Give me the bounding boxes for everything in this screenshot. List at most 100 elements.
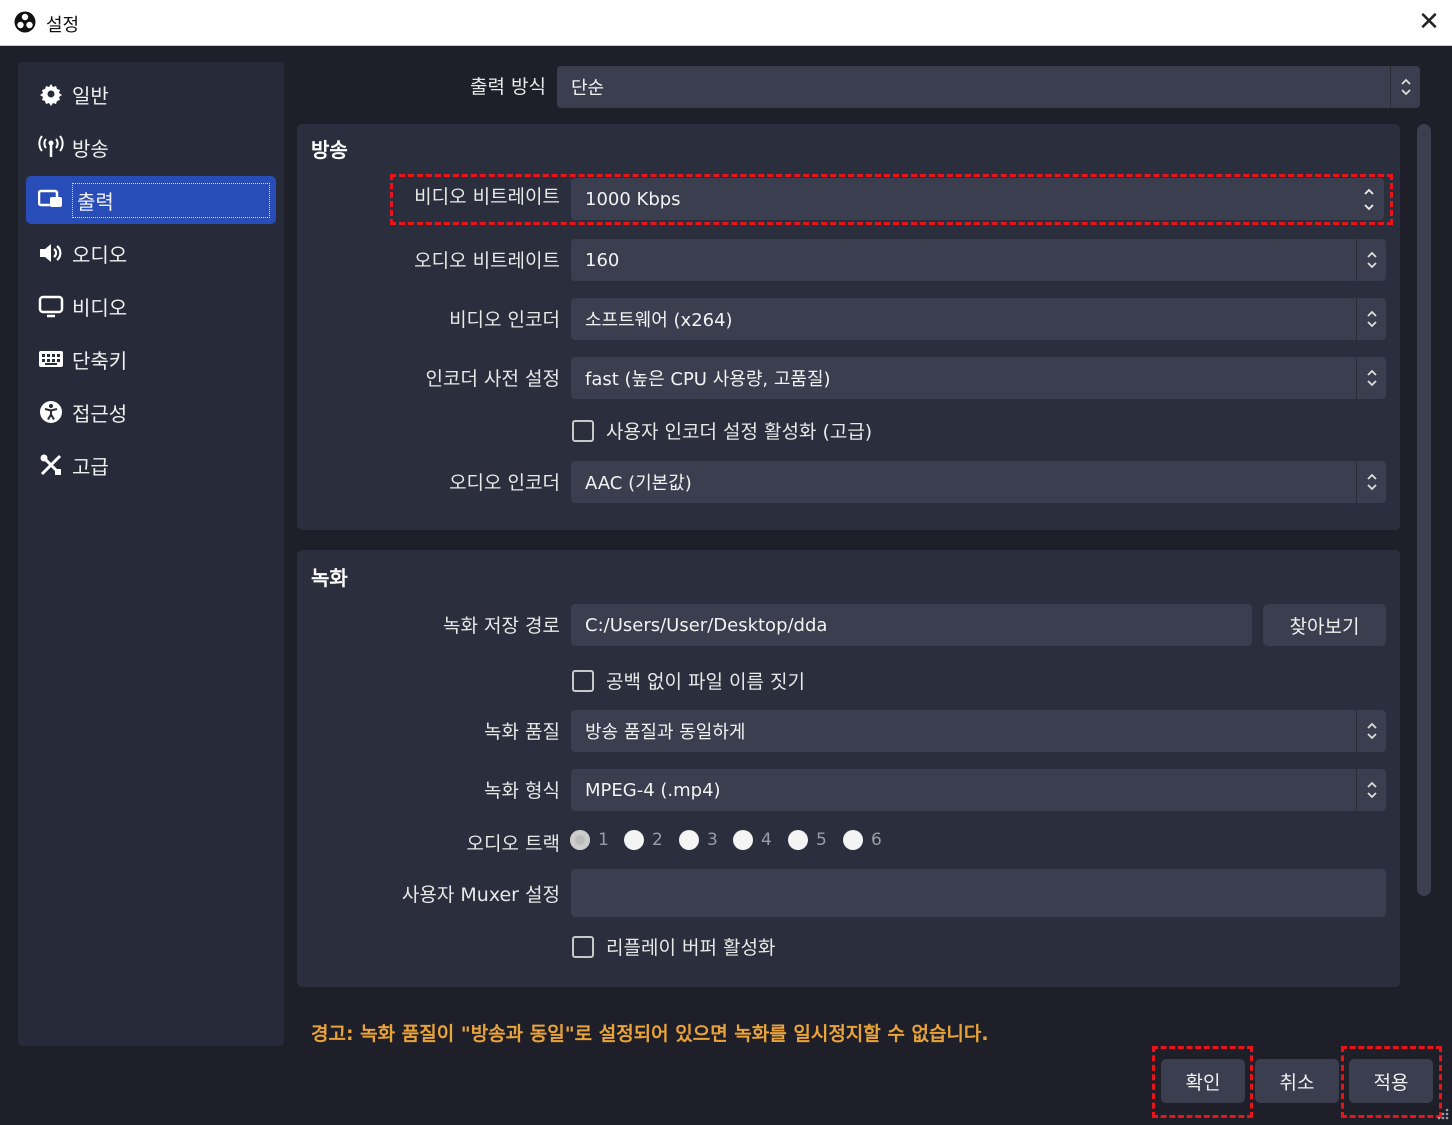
replay-buffer-label: 리플레이 버퍼 활성화	[606, 937, 776, 959]
audio-track-radio-5[interactable]: 5	[788, 830, 827, 850]
accessibility-icon	[38, 399, 64, 425]
sidebar-item-general[interactable]: 일반	[26, 70, 276, 118]
radio-dot	[624, 830, 644, 850]
radio-dot	[843, 830, 863, 850]
checkbox-box	[572, 419, 594, 442]
updown-arrows-icon	[1356, 239, 1386, 281]
audio-encoder-select[interactable]: AAC (기본값)	[571, 461, 1386, 503]
title-bar: 설정 ✕	[0, 0, 1452, 46]
radio-dot	[679, 830, 699, 850]
audio-track-radio-1[interactable]: 1	[570, 830, 609, 850]
radio-dot	[788, 830, 808, 850]
recording-group-title: 녹화	[311, 566, 348, 590]
obs-logo-icon	[14, 11, 36, 33]
audio-encoder-value: AAC (기본값)	[585, 473, 692, 494]
monitor-icon	[38, 293, 64, 319]
video-bitrate-highlight	[390, 174, 1393, 225]
sidebar-item-label: 고급	[72, 454, 109, 479]
custom-muxer-label: 사용자 Muxer 설정	[401, 884, 560, 906]
sidebar-item-label: 비디오	[72, 295, 128, 320]
output-mode-select[interactable]: 단순	[557, 66, 1420, 108]
encoder-preset-label: 인코더 사전 설정	[425, 368, 560, 390]
sidebar-item-label: 접근성	[72, 401, 128, 426]
custom-encoder-label: 사용자 인코더 설정 활성화 (고급)	[606, 421, 873, 443]
ok-button-highlight	[1152, 1046, 1253, 1118]
radio-dot	[733, 830, 753, 850]
sidebar-item-label: 출력	[72, 182, 270, 218]
radio-dot	[570, 830, 590, 850]
audio-encoder-label: 오디오 인코더	[449, 472, 560, 494]
encoder-preset-select[interactable]: fast (높은 CPU 사용량, 고품질)	[571, 357, 1386, 399]
recording-quality-label: 녹화 품질	[484, 721, 560, 743]
recording-path-input[interactable]: C:/Users/User/Desktop/dda	[571, 604, 1252, 646]
settings-sidebar: 일반 방송 출력 오디오 비디오 단축키 접근성 고급	[18, 62, 284, 1046]
output-mode-label: 출력 방식	[470, 76, 546, 98]
sidebar-item-audio[interactable]: 오디오	[26, 229, 276, 277]
custom-muxer-input[interactable]	[571, 869, 1386, 917]
radio-label: 6	[871, 830, 882, 850]
audio-track-label: 오디오 트랙	[466, 833, 560, 855]
speaker-icon	[38, 240, 64, 266]
updown-arrows-icon	[1356, 298, 1386, 340]
sidebar-item-hotkeys[interactable]: 단축키	[26, 335, 276, 383]
sidebar-item-label: 방송	[72, 136, 109, 161]
window-title: 설정	[46, 15, 80, 36]
checkbox-box	[572, 669, 594, 692]
browse-button[interactable]: 찾아보기	[1263, 604, 1386, 646]
radio-label: 3	[707, 830, 718, 850]
output-icon	[38, 187, 64, 213]
sidebar-item-stream[interactable]: 방송	[26, 123, 276, 171]
encoder-preset-value: fast (높은 CPU 사용량, 고품질)	[585, 369, 831, 390]
audio-track-radio-2[interactable]: 2	[624, 830, 663, 850]
recording-path-value: C:/Users/User/Desktop/dda	[585, 614, 828, 636]
resize-grip-icon[interactable]	[1436, 1106, 1450, 1122]
audio-bitrate-label: 오디오 비트레이트	[414, 250, 560, 272]
recording-format-value: MPEG-4 (.mp4)	[585, 779, 721, 801]
antenna-icon	[38, 134, 64, 160]
recording-quality-select[interactable]: 방송 품질과 동일하게	[571, 710, 1386, 752]
updown-arrows-icon	[1356, 710, 1386, 752]
streaming-group-title: 방송	[311, 138, 348, 162]
recording-quality-value: 방송 품질과 동일하게	[585, 722, 746, 743]
replay-buffer-checkbox[interactable]: 리플레이 버퍼 활성화	[572, 933, 775, 960]
sidebar-item-output[interactable]: 출력	[26, 176, 276, 224]
apply-button-highlight	[1341, 1046, 1442, 1118]
warning-text: 경고: 녹화 품질이 "방송과 동일"로 설정되어 있으면 녹화를 일시정지할 …	[311, 1023, 989, 1045]
video-encoder-label: 비디오 인코더	[449, 309, 560, 331]
gear-icon	[38, 81, 64, 107]
updown-arrows-icon	[1390, 66, 1420, 108]
updown-arrows-icon	[1356, 461, 1386, 503]
recording-format-select[interactable]: MPEG-4 (.mp4)	[571, 769, 1386, 811]
radio-label: 5	[816, 830, 827, 850]
audio-track-radio-3[interactable]: 3	[679, 830, 718, 850]
video-encoder-select[interactable]: 소프트웨어 (x264)	[571, 298, 1386, 340]
audio-track-radio-6[interactable]: 6	[843, 830, 882, 850]
close-button[interactable]: ✕	[1414, 6, 1444, 38]
sidebar-item-label: 오디오	[72, 242, 128, 267]
video-encoder-value: 소프트웨어 (x264)	[585, 310, 733, 331]
keyboard-icon	[38, 346, 64, 372]
no-space-filename-checkbox[interactable]: 공백 없이 파일 이름 짓기	[572, 667, 805, 694]
sidebar-item-video[interactable]: 비디오	[26, 282, 276, 330]
sidebar-item-advanced[interactable]: 고급	[26, 441, 276, 489]
custom-encoder-checkbox[interactable]: 사용자 인코더 설정 활성화 (고급)	[572, 417, 872, 444]
audio-track-radio-4[interactable]: 4	[733, 830, 772, 850]
recording-path-label: 녹화 저장 경로	[443, 615, 560, 637]
audio-bitrate-select[interactable]: 160	[571, 239, 1386, 281]
no-space-filename-label: 공백 없이 파일 이름 짓기	[606, 671, 805, 693]
audio-bitrate-value: 160	[585, 249, 620, 271]
sidebar-item-label: 단축키	[72, 348, 128, 373]
radio-label: 1	[598, 830, 609, 850]
radio-label: 4	[761, 830, 772, 850]
cancel-button[interactable]: 취소	[1255, 1059, 1339, 1103]
checkbox-box	[572, 935, 594, 958]
vertical-scrollbar[interactable]	[1417, 124, 1431, 896]
radio-label: 2	[652, 830, 663, 850]
updown-arrows-icon	[1356, 769, 1386, 811]
recording-format-label: 녹화 형식	[484, 780, 560, 802]
sidebar-item-label: 일반	[72, 83, 109, 108]
output-mode-value: 단순	[571, 78, 605, 99]
tools-icon	[38, 452, 64, 478]
sidebar-item-accessibility[interactable]: 접근성	[26, 388, 276, 436]
updown-arrows-icon	[1356, 357, 1386, 399]
